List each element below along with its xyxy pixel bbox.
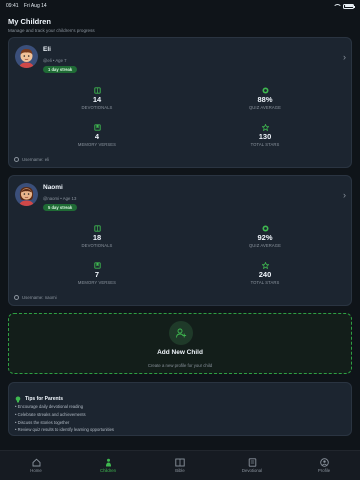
tips-list: • Encourage daily devotional reading • C… [15, 403, 114, 434]
bible-icon [175, 458, 185, 467]
streak-badge: 5 day streak [43, 204, 78, 211]
stat-label: QUIZ AVERAGE [248, 104, 282, 110]
tips-card: Tips for Parents • Encourage daily devot… [8, 382, 352, 436]
stat-value: 14 [92, 95, 102, 104]
username-text: Username: naomi [22, 295, 57, 300]
stat-value: 88% [257, 95, 273, 104]
stat-label: QUIZ AVERAGE [248, 242, 282, 248]
child-meta: @naomi • Age 13 [43, 196, 77, 201]
tab-children[interactable]: Children [72, 451, 144, 480]
add-child-button[interactable]: Add New Child Create a new profile for y… [8, 313, 352, 374]
username-row: Username: naomi [14, 295, 57, 300]
stat-devotionals: 14 DEVOTIONALS [47, 87, 147, 110]
stat-value: 92% [257, 233, 273, 242]
stat-value: 240 [258, 270, 272, 279]
status-date: Fri Aug 14 [23, 3, 47, 9]
user-icon [14, 295, 19, 300]
tab-label: Profile [317, 468, 331, 473]
stat-memory-verses: 7 MEMORY VERSES [47, 262, 147, 285]
stat-memory-verses: 4 MEMORY VERSES [47, 124, 147, 147]
tab-label: Bible [175, 468, 185, 473]
status-time: 09:41 [6, 3, 19, 9]
stat-label: TOTAL STARS [250, 141, 280, 147]
children-icon [103, 458, 113, 467]
add-child-subtitle: Create a new profile for your child [147, 363, 213, 368]
child-card-eli[interactable]: Eli @eli • Age 7 1 day streak › 14 DEVOT… [8, 37, 352, 168]
tab-bar: Home Children Bible Devotional Profile [0, 450, 360, 480]
child-card-naomi[interactable]: Naomi @naomi • Age 13 5 day streak › 18 … [8, 175, 352, 306]
stat-quiz-average: 88% QUIZ AVERAGE [215, 87, 315, 110]
stat-label: DEVOTIONALS [81, 104, 113, 110]
tab-devotional[interactable]: Devotional [216, 451, 288, 480]
tab-label: Devotional [241, 468, 263, 473]
avatar [15, 45, 38, 68]
streak-badge: 1 day streak [43, 66, 78, 73]
username-row: Username: eli [14, 157, 49, 162]
stat-value: 4 [94, 132, 100, 141]
add-user-icon [169, 321, 193, 345]
tip-item: • Review quiz results to identify learni… [15, 427, 114, 433]
target-icon [215, 87, 315, 94]
tab-bible[interactable]: Bible [144, 451, 216, 480]
stat-total-stars: 130 TOTAL STARS [215, 124, 315, 147]
add-child-title: Add New Child [157, 349, 203, 356]
bookmark-icon [47, 124, 147, 131]
wifi-icon [333, 3, 342, 9]
target-icon [215, 225, 315, 232]
child-name: Naomi [43, 184, 63, 191]
chevron-right-icon[interactable]: › [343, 52, 346, 62]
home-icon [31, 458, 41, 467]
stat-label: TOTAL STARS [250, 279, 280, 285]
tip-item: • Encourage daily devotional reading [15, 404, 84, 409]
username-text: Username: eli [22, 157, 50, 162]
book-icon [47, 87, 147, 94]
page-header: My Children Manage and track your childr… [8, 17, 95, 33]
child-name: Eli [43, 46, 51, 53]
tip-item: • Celebrate streaks and achievements [15, 411, 86, 417]
devotional-icon [247, 458, 257, 467]
tab-label: Home [30, 468, 42, 473]
stat-value: 130 [258, 132, 272, 141]
tab-profile[interactable]: Profile [288, 451, 360, 480]
bookmark-icon [47, 262, 147, 269]
stat-value: 18 [92, 233, 102, 242]
tab-home[interactable]: Home [0, 451, 72, 480]
avatar [15, 183, 38, 206]
stat-label: MEMORY VERSES [77, 141, 117, 147]
chevron-right-icon[interactable]: › [343, 190, 346, 200]
profile-icon [319, 458, 329, 467]
tip-item: • Discuss the stories together [15, 419, 70, 425]
tips-title: Tips for Parents [25, 396, 63, 402]
book-icon [47, 225, 147, 232]
battery-icon [343, 3, 355, 9]
star-icon [215, 124, 315, 131]
child-meta: @eli • Age 7 [43, 58, 67, 63]
star-icon [215, 262, 315, 269]
stat-devotionals: 18 DEVOTIONALS [47, 225, 147, 248]
page-title: My Children [8, 17, 51, 26]
stat-total-stars: 240 TOTAL STARS [215, 262, 315, 285]
stat-quiz-average: 92% QUIZ AVERAGE [215, 225, 315, 248]
stat-label: MEMORY VERSES [77, 279, 117, 285]
stat-label: DEVOTIONALS [81, 242, 113, 248]
page-subtitle: Manage and track your children's progres… [8, 28, 95, 33]
tab-label: Children [99, 468, 116, 473]
user-icon [14, 157, 19, 162]
status-bar: 09:41 Fri Aug 14 [0, 0, 360, 12]
stat-value: 7 [94, 270, 100, 279]
